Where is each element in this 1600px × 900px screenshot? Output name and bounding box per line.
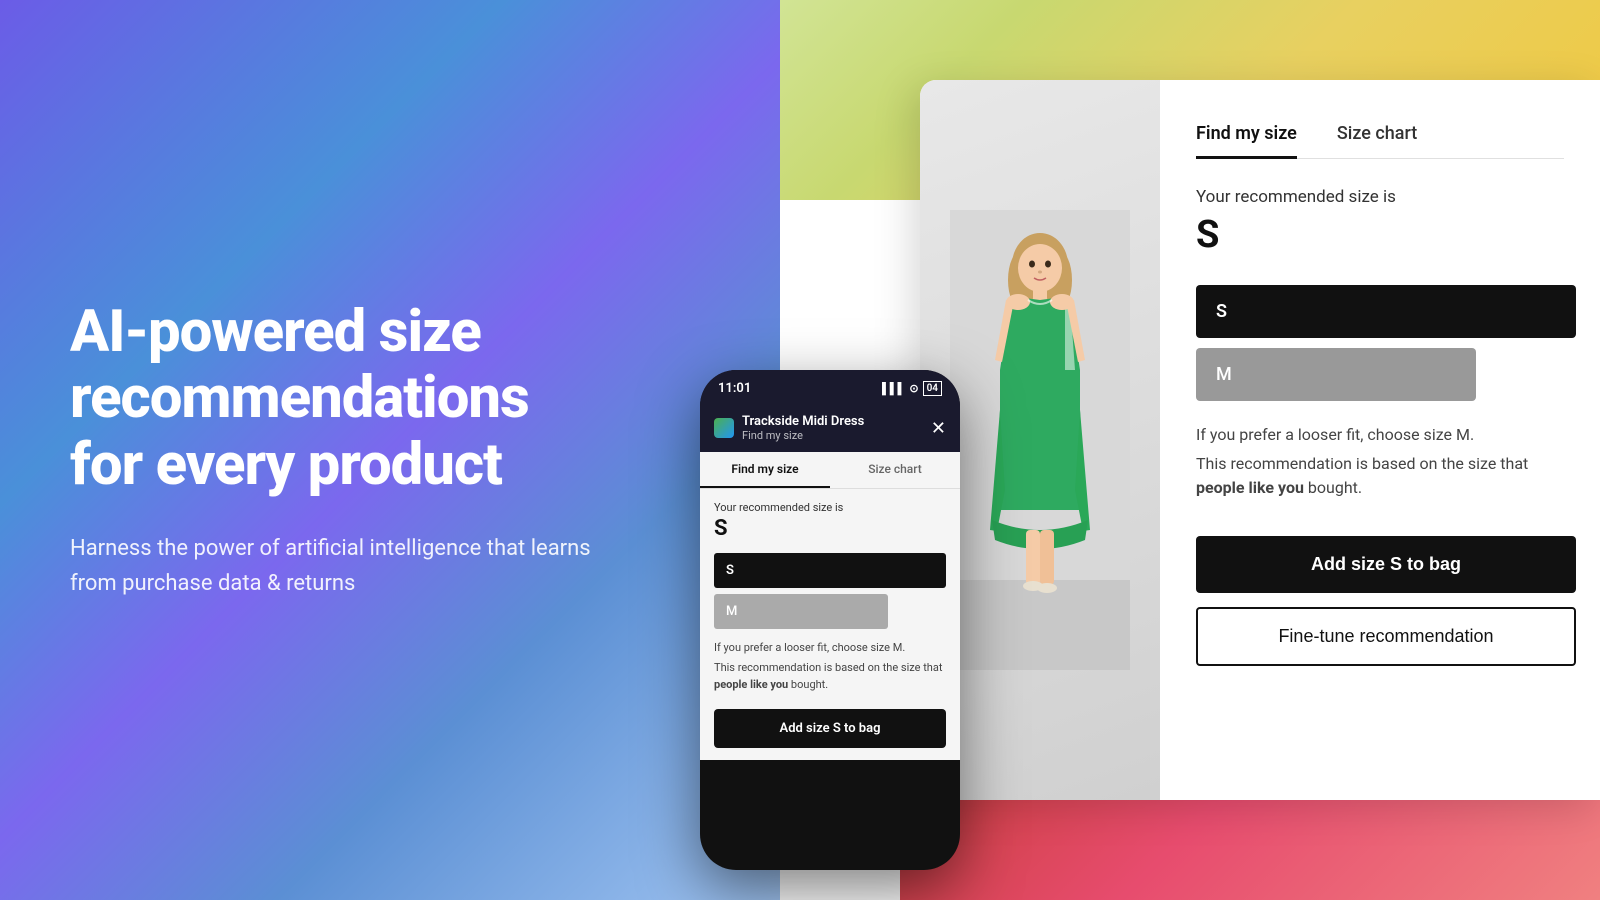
desktop-content: Find my size Size chart Your recommended… xyxy=(1160,80,1600,800)
size-option-s[interactable]: S xyxy=(1196,285,1576,338)
recommendation-note: This recommendation is based on the size… xyxy=(1196,452,1564,500)
add-to-bag-button[interactable]: Add size S to bag xyxy=(1196,536,1576,593)
phone-app-header: Trackside Midi Dress Find my size ✕ xyxy=(700,406,960,452)
app-logo-icon xyxy=(714,418,734,438)
phone-recommended-label: Your recommended size is xyxy=(714,501,946,514)
hero-subtitle: Harness the power of artificial intellig… xyxy=(70,531,610,601)
desktop-ui-panel: Find my size Size chart Your recommended… xyxy=(920,80,1600,800)
phone-status-icons: ▌▌▌ ⊙ 04 xyxy=(882,381,942,396)
phone-tab-size-chart[interactable]: Size chart xyxy=(830,452,960,488)
tab-find-my-size[interactable]: Find my size xyxy=(1196,111,1297,159)
close-button[interactable]: ✕ xyxy=(931,418,946,439)
product-figure-svg xyxy=(950,210,1130,670)
desktop-tab-bar: Find my size Size chart xyxy=(1196,110,1564,159)
recommended-label: Your recommended size is xyxy=(1196,187,1564,207)
phone-header-left: Trackside Midi Dress Find my size xyxy=(714,414,864,442)
phone-recommended-size: S xyxy=(714,516,946,541)
phone-tabs: Find my size Size chart xyxy=(700,452,960,489)
phone-tab-find-my-size[interactable]: Find my size xyxy=(700,452,830,488)
right-panel: Find my size Size chart Your recommended… xyxy=(680,0,1600,900)
fine-tune-button[interactable]: Fine-tune recommendation xyxy=(1196,607,1576,666)
fit-note: If you prefer a looser fit, choose size … xyxy=(1196,425,1564,444)
signal-icon: ▌▌▌ xyxy=(882,382,905,395)
hero-title: AI-powered size recommendations for ever… xyxy=(70,299,610,499)
phone-app-title: Trackside Midi Dress Find my size xyxy=(742,414,864,442)
phone-time: 11:01 xyxy=(718,381,751,396)
phone-add-to-bag-button[interactable]: Add size S to bag xyxy=(714,709,946,748)
hero-panel: AI-powered size recommendations for ever… xyxy=(0,0,680,900)
recommended-size: S xyxy=(1196,213,1564,257)
phone-size-option-s[interactable]: S xyxy=(714,553,946,588)
phone-content: Your recommended size is S S M If you pr… xyxy=(700,489,960,760)
phone-mockup: 11:01 ▌▌▌ ⊙ 04 Trackside Midi Dress Find… xyxy=(700,370,960,870)
phone-fit-note: If you prefer a looser fit, choose size … xyxy=(714,641,946,654)
tab-size-chart[interactable]: Size chart xyxy=(1337,111,1417,159)
wifi-icon: ⊙ xyxy=(909,382,918,395)
phone-status-bar: 11:01 ▌▌▌ ⊙ 04 xyxy=(700,370,960,406)
app-subtitle: Find my size xyxy=(742,429,864,442)
size-option-m[interactable]: M xyxy=(1196,348,1476,401)
battery-icon: 04 xyxy=(923,381,942,396)
phone-size-option-m[interactable]: M xyxy=(714,594,888,629)
product-name: Trackside Midi Dress xyxy=(742,414,864,429)
phone-rec-note: This recommendation is based on the size… xyxy=(714,660,946,693)
